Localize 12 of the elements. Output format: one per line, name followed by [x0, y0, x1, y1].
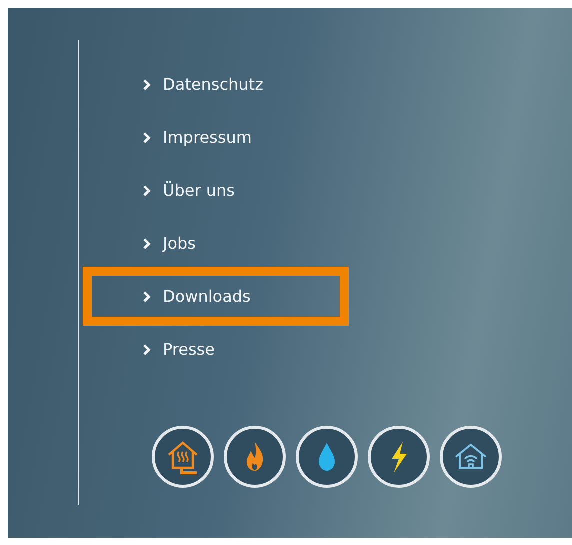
footer-link[interactable]: Jobs [86, 217, 346, 270]
chevron-icon [143, 132, 151, 144]
footer-link[interactable]: Über uns [86, 164, 346, 217]
chevron-icon [143, 238, 151, 250]
chevron-icon [143, 78, 151, 90]
footer-link[interactable]: Downloads [86, 270, 346, 323]
footer-link[interactable]: Presse [86, 323, 346, 376]
footer-link[interactable]: Datenschutz [86, 58, 346, 111]
chevron-icon [143, 184, 151, 196]
chevron-icon [143, 290, 151, 302]
footer-link[interactable]: Impressum [86, 111, 346, 164]
chevron-icon [143, 344, 151, 356]
